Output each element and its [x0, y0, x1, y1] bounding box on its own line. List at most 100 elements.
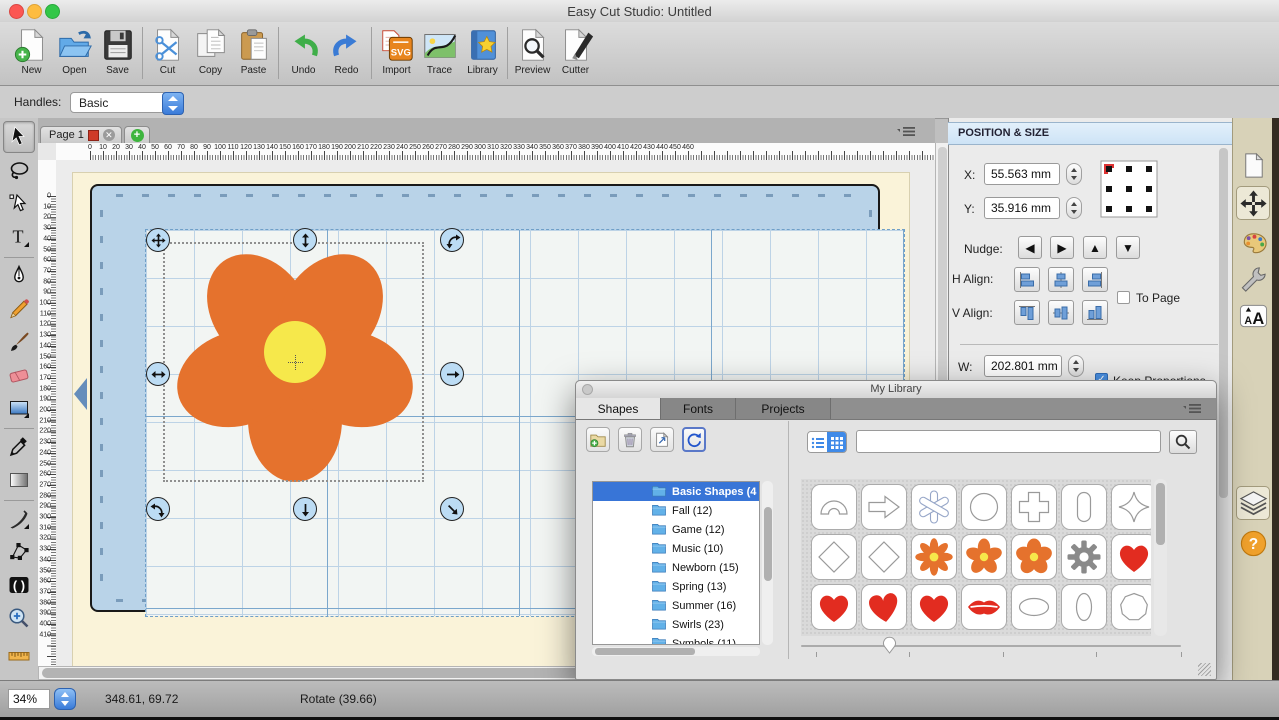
folder-spring-13-[interactable]: Spring (13)	[593, 577, 759, 596]
shape-ellipse-h-thumbnail[interactable]	[1011, 584, 1057, 630]
tool-pencil[interactable]	[4, 294, 34, 324]
shape-gear-thumbnail[interactable]	[1061, 534, 1107, 580]
delete-button[interactable]	[618, 427, 642, 452]
width-stepper[interactable]	[1068, 355, 1084, 377]
tool-text[interactable]: T	[4, 222, 34, 252]
toolbar-open-button[interactable]: Open	[53, 22, 96, 77]
toolbar-library-button[interactable]: Library	[461, 22, 504, 77]
close-page-icon[interactable]: ✕	[103, 129, 115, 141]
tool-brush[interactable]	[4, 327, 34, 357]
folder-swirls-23-[interactable]: Swirls (23)	[593, 615, 759, 634]
folder-game-12-[interactable]: Game (12)	[593, 520, 759, 539]
shape-daisy-thumbnail[interactable]	[911, 534, 957, 580]
handle-resize-top[interactable]	[293, 228, 317, 252]
shape-flower5b-thumbnail[interactable]	[1011, 534, 1057, 580]
shape-heart-thumbnail[interactable]	[1111, 534, 1151, 580]
folder-summer-16-[interactable]: Summer (16)	[593, 596, 759, 615]
toolbar-trace-button[interactable]: Trace	[418, 22, 461, 77]
export-shape-button[interactable]	[650, 427, 674, 452]
handle-resize-right[interactable]	[440, 362, 464, 386]
tool-zoom[interactable]	[4, 603, 34, 633]
tab-page-1[interactable]: Page 1 ✕	[40, 126, 122, 143]
tool-knife[interactable]	[4, 504, 34, 534]
shape-arch-thumbnail[interactable]	[811, 484, 857, 530]
toolbar-save-button[interactable]: Save	[96, 22, 139, 77]
handle-rotate-bl[interactable]	[146, 497, 170, 521]
shape-lips-thumbnail[interactable]	[961, 584, 1007, 630]
refresh-button[interactable]	[682, 427, 706, 452]
my-library-window[interactable]: My Library ShapesFontsProjects Basic Sha…	[575, 380, 1217, 680]
thumbnail-size-slider-track[interactable]	[801, 645, 1181, 647]
folder-symbols-11-[interactable]: Symbols (11)	[593, 634, 759, 645]
shape-pill-thumbnail[interactable]	[1061, 484, 1107, 530]
shape-heart-thumbnail[interactable]	[911, 584, 957, 630]
folder-tree-hscrollbar[interactable]	[592, 647, 760, 656]
toolbar-redo-button[interactable]: Redo	[325, 22, 368, 77]
shape-cross-thumbnail[interactable]	[1011, 484, 1057, 530]
folder-tree-vscrollbar[interactable]	[762, 481, 773, 645]
library-tab-shapes[interactable]: Shapes	[576, 398, 661, 419]
align-right-button[interactable]	[1082, 267, 1108, 292]
library-title-bar[interactable]: My Library	[576, 381, 1216, 399]
shape-circle-thumbnail[interactable]	[961, 484, 1007, 530]
align-center-h-button[interactable]	[1048, 267, 1074, 292]
toolbar-new-button[interactable]: New	[10, 22, 53, 77]
folder-basic-shapes-4[interactable]: Basic Shapes (4	[593, 482, 759, 501]
folder-music-10-[interactable]: Music (10)	[593, 539, 759, 558]
tool-select[interactable]	[3, 121, 35, 153]
library-tab-projects[interactable]: Projects	[736, 398, 831, 419]
to-page-checkbox[interactable]	[1117, 291, 1130, 304]
handle-resize-bottom[interactable]	[293, 497, 317, 521]
grid-view-button[interactable]	[827, 432, 846, 453]
tabbar-menu-icon[interactable]	[896, 125, 916, 137]
shape-diamond-thumbnail[interactable]	[811, 534, 857, 580]
align-middle-v-button[interactable]	[1048, 300, 1074, 325]
toolbar-preview-button[interactable]: Preview	[511, 22, 554, 77]
page-color-swatch[interactable]	[88, 130, 99, 141]
align-top-button[interactable]	[1014, 300, 1040, 325]
tool-direct-select[interactable]	[4, 189, 34, 219]
zoom-stepper[interactable]	[54, 688, 76, 710]
align-bottom-button[interactable]	[1082, 300, 1108, 325]
toolbar-undo-button[interactable]: Undo	[282, 22, 325, 77]
folder-fall-12-[interactable]: Fall (12)	[593, 501, 759, 520]
nudge-up-button[interactable]: ▲	[1083, 236, 1107, 259]
x-stepper[interactable]	[1066, 163, 1082, 185]
tools-panel-button[interactable]	[1236, 262, 1270, 296]
handle-move[interactable]	[146, 228, 170, 252]
handle-resize-left[interactable]	[146, 362, 170, 386]
toolbar-copy-button[interactable]: Copy	[189, 22, 232, 77]
handles-dropdown-stepper[interactable]	[162, 92, 184, 115]
nudge-right-button[interactable]: ▶	[1050, 236, 1074, 259]
panel-scrollbar[interactable]	[1219, 146, 1228, 656]
tool-ruler[interactable]	[4, 636, 34, 666]
tool-lasso[interactable]	[4, 156, 34, 186]
zoom-level-input[interactable]: 34%	[8, 689, 50, 709]
shape-flower5-thumbnail[interactable]	[961, 534, 1007, 580]
folder-newborn-15-[interactable]: Newborn (15)	[593, 558, 759, 577]
handle-resize-br[interactable]	[440, 497, 464, 521]
shape-ellipse-v-thumbnail[interactable]	[1061, 584, 1107, 630]
tool-pen[interactable]	[4, 261, 34, 291]
list-view-button[interactable]	[808, 432, 827, 453]
tool-eyedropper[interactable]	[4, 432, 34, 462]
shape-heart-thumbnail[interactable]	[811, 584, 857, 630]
anchor-point-selector[interactable]	[1100, 160, 1158, 218]
folder-tree[interactable]: Basic Shapes (4Fall (12)Game (12)Music (…	[592, 481, 760, 645]
y-stepper[interactable]	[1066, 197, 1082, 219]
add-page-button[interactable]: +	[124, 126, 150, 144]
x-input[interactable]: 55.563 mm	[984, 163, 1060, 185]
shape-nonagon-thumbnail[interactable]	[1111, 584, 1151, 630]
shape-star4-thumbnail[interactable]	[1111, 484, 1151, 530]
library-search-input[interactable]	[856, 430, 1161, 453]
y-input[interactable]: 35.916 mm	[984, 197, 1060, 219]
layers-panel-button[interactable]	[1236, 486, 1270, 520]
toolbar-paste-button[interactable]: Paste	[232, 22, 275, 77]
shape-grid-scrollbar[interactable]	[1154, 479, 1167, 636]
library-menu-icon[interactable]	[1182, 402, 1202, 414]
handle-rotate-tr[interactable]	[440, 228, 464, 252]
nudge-left-button[interactable]: ◀	[1018, 236, 1042, 259]
nudge-down-button[interactable]: ▼	[1116, 236, 1140, 259]
toolbar-cutter-button[interactable]: Cutter	[554, 22, 597, 77]
new-folder-button[interactable]	[586, 427, 610, 452]
